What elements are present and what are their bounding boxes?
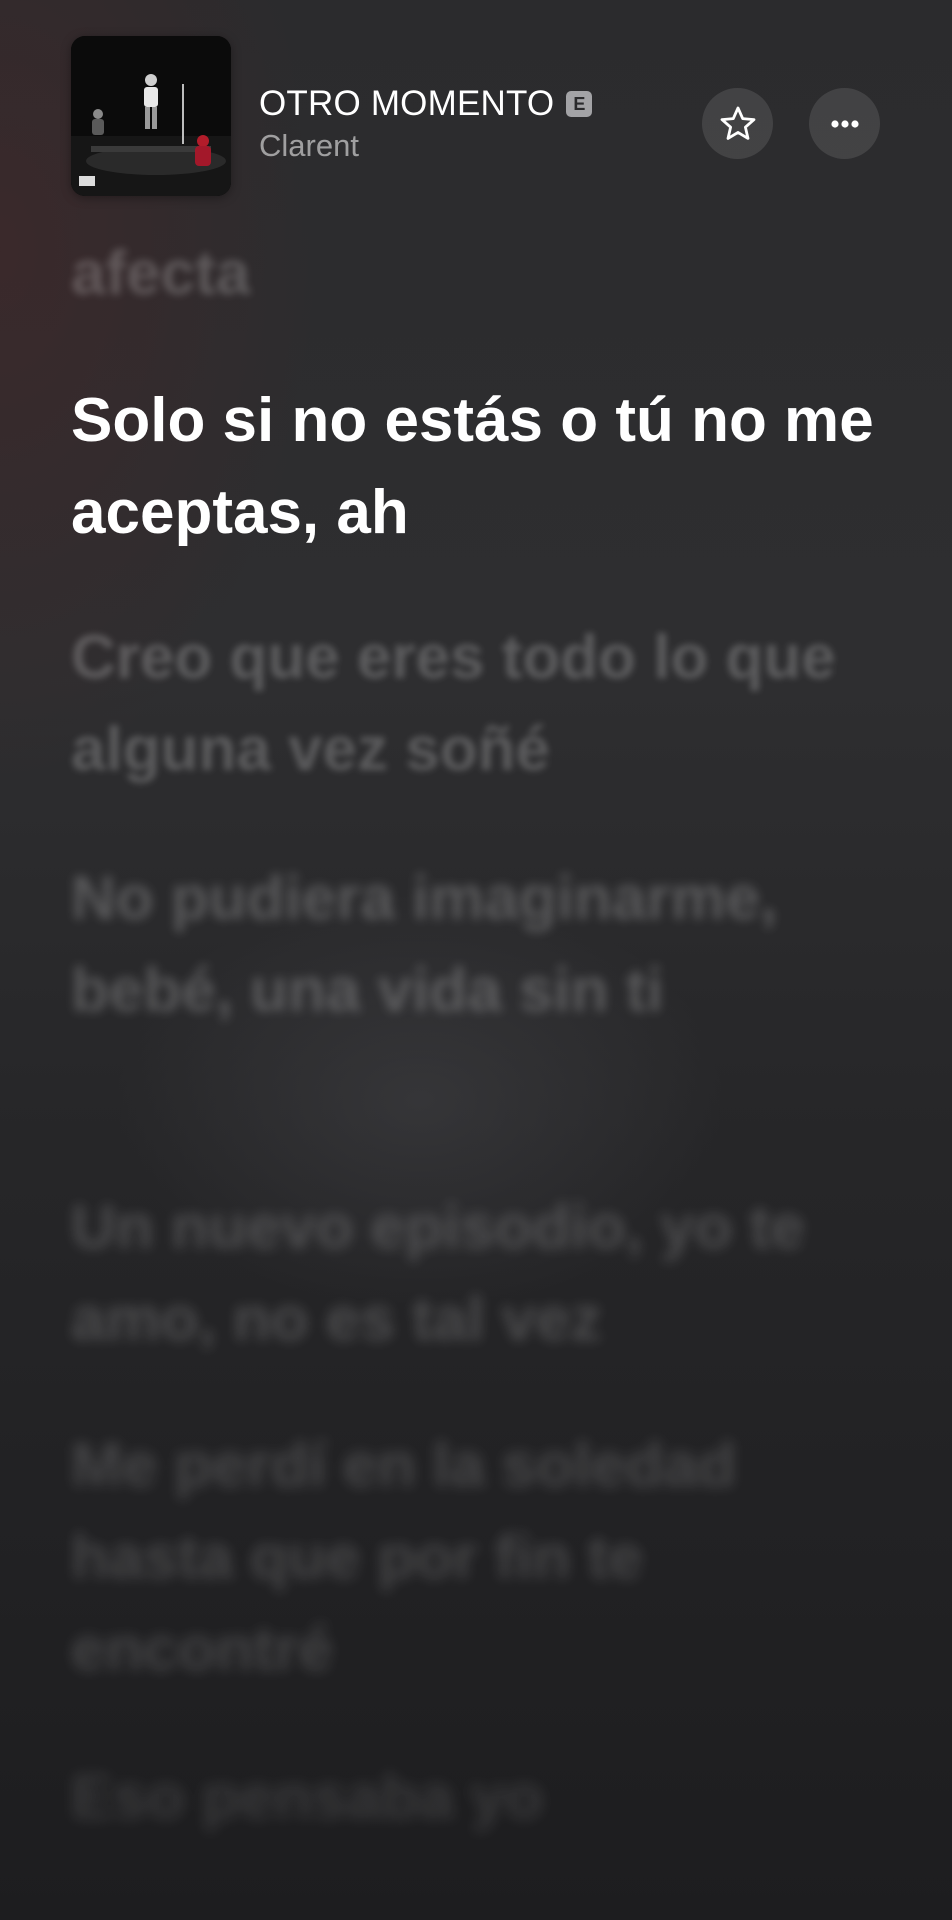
album-artwork[interactable]	[71, 36, 231, 196]
artist-name[interactable]: Clarent	[259, 128, 679, 164]
title-row: OTRO MOMENTO E	[259, 84, 679, 124]
favorite-button[interactable]	[702, 88, 773, 159]
lyric-line[interactable]: Me perdí en la soledad hasta que por fin…	[71, 1420, 891, 1696]
lyric-line[interactable]: No pudiera imaginarme, bebé, una vida si…	[71, 853, 891, 1037]
previous-lyric-container: afecta	[0, 200, 952, 310]
lyric-line-active[interactable]: Solo si no estás o tú no me aceptas, ah	[71, 375, 891, 559]
lyric-line[interactable]: Creo que eres todo lo que alguna vez soñ…	[71, 612, 891, 796]
lyric-line-previous[interactable]: afecta	[71, 228, 891, 310]
album-artwork-image	[71, 36, 231, 196]
star-icon	[720, 106, 755, 140]
lyric-line[interactable]: Un nuevo episodio, yo te amo, no es tal …	[71, 1182, 891, 1366]
lyric-line[interactable]: Eso pensaba yo	[71, 1752, 891, 1844]
track-info[interactable]: OTRO MOMENTO E Clarent	[259, 84, 679, 164]
explicit-badge: E	[566, 91, 593, 117]
ellipsis-icon	[830, 119, 859, 128]
more-options-button[interactable]	[809, 88, 880, 159]
now-playing-header: OTRO MOMENTO E Clarent	[0, 0, 952, 200]
lyrics-screen: OTRO MOMENTO E Clarent afecta Solo si no…	[0, 0, 952, 1920]
track-title: OTRO MOMENTO	[259, 84, 555, 123]
